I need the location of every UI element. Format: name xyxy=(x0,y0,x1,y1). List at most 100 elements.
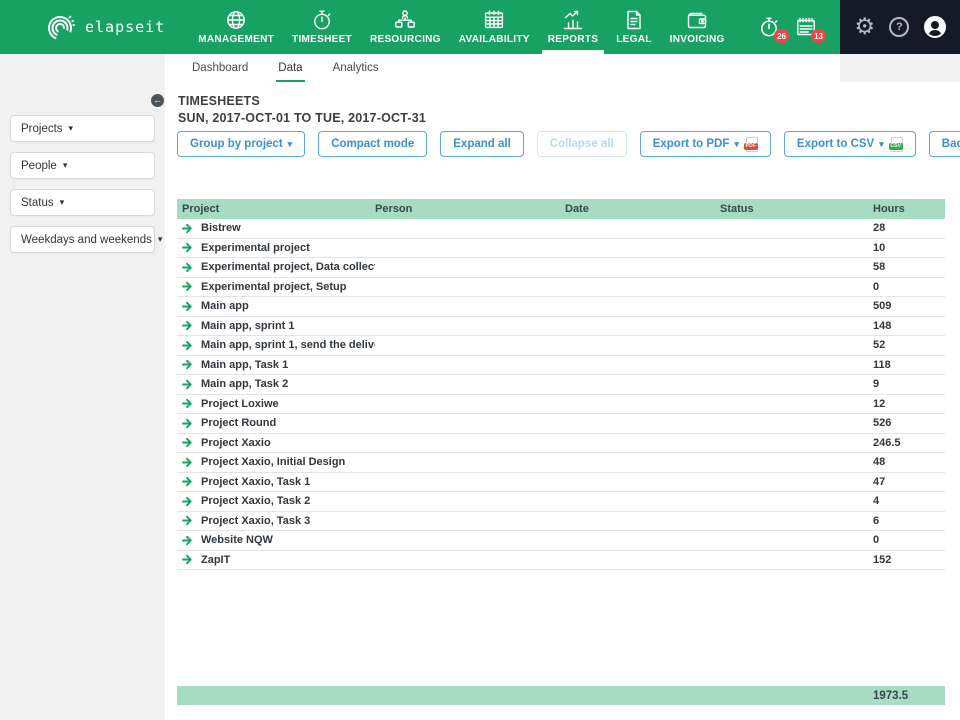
stopwatch-icon xyxy=(311,9,333,31)
table-row[interactable]: Project Loxiwe 12 xyxy=(177,394,945,414)
expand-arrow-icon[interactable] xyxy=(182,535,193,546)
nav-item-invoicing[interactable]: INVOICING xyxy=(661,0,734,54)
filter-people[interactable]: People ▾ xyxy=(10,152,155,179)
nav-item-resourcing[interactable]: RESOURCING xyxy=(361,0,450,54)
page-title: TIMESHEETS xyxy=(178,94,260,108)
cell-hours: 52 xyxy=(873,339,886,352)
caret-down-icon: ▾ xyxy=(68,123,74,133)
nav-item-label: TIMESHEET xyxy=(292,34,352,45)
caret-down-icon: ▾ xyxy=(879,138,884,149)
main-nav: MANAGEMENT TIMESHEET RESOURCING AVAILABILIT… xyxy=(189,0,733,54)
table-row[interactable]: ZapIT 152 xyxy=(177,550,945,570)
expand-arrow-icon[interactable] xyxy=(182,242,193,253)
nav-item-legal[interactable]: LEGAL xyxy=(607,0,660,54)
table-row[interactable]: Bistrew 28 xyxy=(177,219,945,239)
table-row[interactable]: Project Round 526 xyxy=(177,414,945,434)
project-name: Bistrew xyxy=(201,222,241,235)
tab-analytics[interactable]: Analytics xyxy=(318,54,394,82)
table-row[interactable]: Main app, sprint 1, send the deliverabl 5… xyxy=(177,336,945,356)
table-row[interactable]: Project Xaxio, Task 2 4 xyxy=(177,492,945,512)
expand-arrow-icon[interactable] xyxy=(182,359,193,370)
expand-arrow-icon[interactable] xyxy=(182,515,193,526)
timer-notification-button[interactable]: 26 xyxy=(758,16,789,43)
project-name: Project Xaxio, Task 3 xyxy=(201,514,311,527)
back-arrow-icon[interactable]: ← xyxy=(151,94,164,107)
expand-arrow-icon[interactable] xyxy=(182,418,193,429)
column-header-hours: Hours xyxy=(873,203,905,215)
table-row[interactable]: Main app, sprint 1 148 xyxy=(177,316,945,336)
pdf-file-icon: PDF xyxy=(743,136,758,152)
table-row[interactable]: Main app 509 xyxy=(177,297,945,317)
tab-data[interactable]: Data xyxy=(263,54,317,82)
nav-item-availability[interactable]: AVAILABILITY xyxy=(450,0,539,54)
table-row[interactable]: Website NQW 0 xyxy=(177,531,945,551)
timesheet-table: Project Person Date Status Hours Bistrew… xyxy=(177,199,945,570)
column-header-project: Project xyxy=(182,203,220,215)
caret-down-icon: ▾ xyxy=(62,160,68,170)
filter-projects[interactable]: Projects ▾ xyxy=(10,115,155,142)
avatar-head xyxy=(930,21,939,29)
table-row[interactable]: Experimental project 10 xyxy=(177,238,945,258)
table-row[interactable]: Project Xaxio, Initial Design 48 xyxy=(177,453,945,473)
help-icon[interactable]: ? xyxy=(889,17,910,37)
back-button[interactable]: Back xyxy=(928,131,960,157)
tab-dashboard[interactable]: Dashboard xyxy=(177,54,263,82)
expand-arrow-icon[interactable] xyxy=(182,437,193,448)
nav-item-timesheet[interactable]: TIMESHEET xyxy=(283,0,361,54)
filter-status[interactable]: Status ▾ xyxy=(10,189,155,216)
project-name: ZapIT xyxy=(201,553,231,566)
table-row[interactable]: Experimental project, Data collection i 5… xyxy=(177,258,945,278)
wallet-icon xyxy=(686,9,708,31)
gear-icon[interactable]: ⚙ xyxy=(854,15,875,39)
elapseit-logo-icon xyxy=(46,12,76,42)
collapse-all-button[interactable]: Collapse all xyxy=(536,131,627,157)
cell-hours: 10 xyxy=(873,241,886,254)
account-corner: ⚙ ? xyxy=(840,0,960,54)
nav-item-label: MANAGEMENT xyxy=(198,34,275,45)
table-row[interactable]: Project Xaxio, Task 3 6 xyxy=(177,511,945,531)
cell-hours: 0 xyxy=(873,280,880,293)
table-row[interactable]: Experimental project, Setup 0 xyxy=(177,277,945,297)
cell-hours: 12 xyxy=(873,397,886,410)
filter-weekdays-and-weekends[interactable]: Weekdays and weekends ▾ xyxy=(10,226,162,253)
logo-text: elapseit xyxy=(85,18,166,36)
nav-item-management[interactable]: MANAGEMENT xyxy=(189,0,283,54)
expand-arrow-icon[interactable] xyxy=(182,554,193,565)
expand-arrow-icon[interactable] xyxy=(182,379,193,390)
expand-all-button[interactable]: Expand all xyxy=(440,131,524,157)
app-logo[interactable]: elapseit xyxy=(46,12,165,42)
compact-mode-button[interactable]: Compact mode xyxy=(318,131,428,157)
export-csv-button[interactable]: Export to CSV ▾ CSV xyxy=(783,131,916,157)
project-name: Experimental project xyxy=(201,241,310,254)
user-avatar-icon[interactable] xyxy=(923,16,946,38)
expand-arrow-icon[interactable] xyxy=(182,281,193,292)
expand-arrow-icon[interactable] xyxy=(182,496,193,507)
bar-chart-icon xyxy=(562,9,584,31)
table-row[interactable]: Main app, Task 1 118 xyxy=(177,355,945,375)
column-header-date: Date xyxy=(565,203,589,215)
expand-arrow-icon[interactable] xyxy=(182,320,193,331)
cell-hours: 152 xyxy=(873,553,892,566)
group-by-project-button[interactable]: Group by project ▾ xyxy=(177,131,306,157)
caret-down-icon: ▾ xyxy=(734,138,739,149)
project-name: Main app, sprint 1 xyxy=(201,319,295,332)
table-row[interactable]: Project Xaxio 246.5 xyxy=(177,433,945,453)
project-name: Main app xyxy=(201,300,249,313)
expand-arrow-icon[interactable] xyxy=(182,301,193,312)
expand-arrow-icon[interactable] xyxy=(182,476,193,487)
project-name: Experimental project, Setup xyxy=(201,280,347,293)
expand-arrow-icon[interactable] xyxy=(182,398,193,409)
expand-arrow-icon[interactable] xyxy=(182,340,193,351)
expand-arrow-icon[interactable] xyxy=(182,223,193,234)
export-pdf-button[interactable]: Export to PDF ▾ PDF xyxy=(639,131,771,157)
expand-arrow-icon[interactable] xyxy=(182,262,193,273)
nav-utilities: 26 13 xyxy=(758,0,826,54)
date-range: SUN, 2017-OCT-01 TO TUE, 2017-OCT-31 xyxy=(178,111,427,125)
calendar-grid-icon xyxy=(483,9,505,31)
schedule-notification-button[interactable]: 13 xyxy=(795,16,826,43)
column-header-person: Person xyxy=(375,203,413,215)
table-row[interactable]: Main app, Task 2 9 xyxy=(177,375,945,395)
nav-item-reports[interactable]: REPORTS xyxy=(539,0,607,54)
table-row[interactable]: Project Xaxio, Task 1 47 xyxy=(177,472,945,492)
expand-arrow-icon[interactable] xyxy=(182,457,193,468)
